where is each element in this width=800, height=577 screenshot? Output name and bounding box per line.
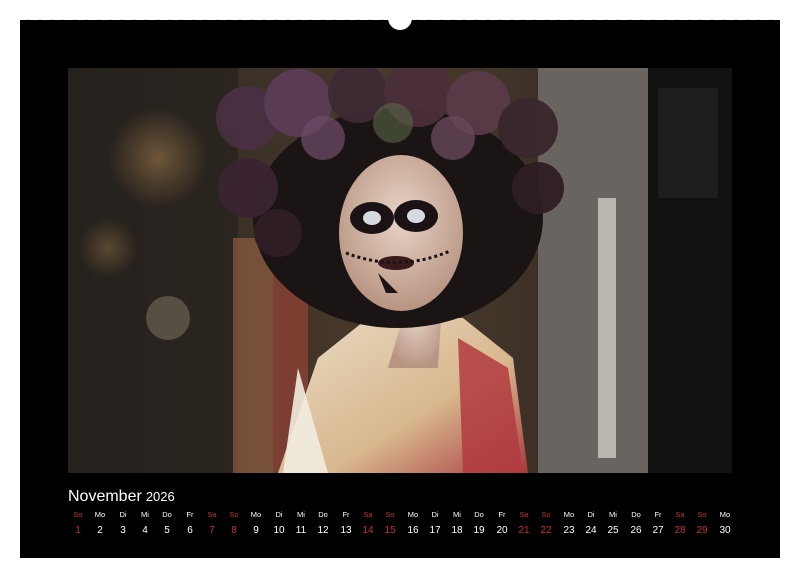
weekday-label: Mo bbox=[719, 510, 731, 519]
day-number: 19 bbox=[473, 525, 485, 536]
day-number: 30 bbox=[719, 525, 731, 536]
weekday-label: Mo bbox=[563, 510, 575, 519]
weekday-label: Do bbox=[631, 510, 641, 519]
weekday-label: Mo bbox=[250, 510, 262, 519]
weekday-label: Sa bbox=[363, 510, 373, 519]
day-number: 16 bbox=[407, 525, 419, 536]
month-title: November 2026 bbox=[68, 488, 175, 506]
day-number: 24 bbox=[585, 525, 597, 536]
weekday-label: Do bbox=[474, 510, 484, 519]
weekday-label: So bbox=[697, 510, 707, 519]
day-number: 6 bbox=[187, 525, 193, 536]
day-number: 28 bbox=[674, 525, 686, 536]
weekday-label: Di bbox=[275, 510, 283, 519]
weekday-label: Sa bbox=[675, 510, 685, 519]
day-number: 4 bbox=[142, 525, 148, 536]
day-number: 10 bbox=[273, 525, 285, 536]
weekday-label: Fr bbox=[498, 510, 506, 519]
weekday-label: So bbox=[73, 510, 83, 519]
day-number: 21 bbox=[518, 525, 530, 536]
weekday-label: Do bbox=[318, 510, 328, 519]
calendar-photo bbox=[68, 68, 732, 473]
weekday-label: Di bbox=[119, 510, 127, 519]
weekday-label: Sa bbox=[519, 510, 529, 519]
day-number: 1 bbox=[75, 525, 81, 536]
weekday-label: Mi bbox=[609, 510, 617, 519]
day-number: 14 bbox=[362, 525, 374, 536]
day-number: 7 bbox=[209, 525, 215, 536]
photo-illustration bbox=[68, 68, 732, 473]
weekday-label: Fr bbox=[654, 510, 662, 519]
day-number: 29 bbox=[696, 525, 708, 536]
day-number: 12 bbox=[317, 525, 329, 536]
day-number: 9 bbox=[253, 525, 259, 536]
weekday-label: So bbox=[229, 510, 239, 519]
day-number: 18 bbox=[451, 525, 463, 536]
weekday-label: Mi bbox=[453, 510, 461, 519]
day-number: 20 bbox=[496, 525, 508, 536]
day-number: 17 bbox=[429, 525, 441, 536]
weekday-label: Mo bbox=[94, 510, 106, 519]
day-number: 22 bbox=[540, 525, 552, 536]
weekday-label: Fr bbox=[186, 510, 194, 519]
calendar-days-row: So 1 Mo 2 Di 3 Mi 4 Do 5 Fr 6 Sa 7 So 8 Mo 9 Di 10 Mi 11 Do 12 F… bbox=[66, 510, 742, 542]
day-number: 26 bbox=[630, 525, 642, 536]
day-number: 11 bbox=[295, 525, 307, 536]
weekday-label: Mi bbox=[297, 510, 305, 519]
day-number: 8 bbox=[231, 525, 237, 536]
day-number: 23 bbox=[563, 525, 575, 536]
day-number: 25 bbox=[607, 525, 619, 536]
weekday-label: Mi bbox=[141, 510, 149, 519]
calendar-sheet: November 2026 So 1 Mo 2 Di 3 Mi 4 Do 5 Fr 6 Sa 7 So 8 Mo 9… bbox=[20, 20, 780, 558]
day-number: 2 bbox=[97, 525, 103, 536]
day-number: 15 bbox=[384, 525, 396, 536]
day-number: 13 bbox=[340, 525, 352, 536]
weekday-label: Sa bbox=[207, 510, 217, 519]
day-number: 5 bbox=[164, 525, 170, 536]
weekday-label: Fr bbox=[342, 510, 350, 519]
weekday-label: Mo bbox=[407, 510, 419, 519]
weekday-label: Di bbox=[587, 510, 595, 519]
year-label: 2026 bbox=[145, 489, 175, 504]
weekday-label: So bbox=[385, 510, 395, 519]
day-number: 3 bbox=[120, 525, 126, 536]
month-name: November bbox=[68, 488, 142, 505]
day-number: 27 bbox=[652, 525, 664, 536]
weekday-label: So bbox=[541, 510, 551, 519]
weekday-label: Di bbox=[431, 510, 439, 519]
weekday-label: Do bbox=[162, 510, 172, 519]
